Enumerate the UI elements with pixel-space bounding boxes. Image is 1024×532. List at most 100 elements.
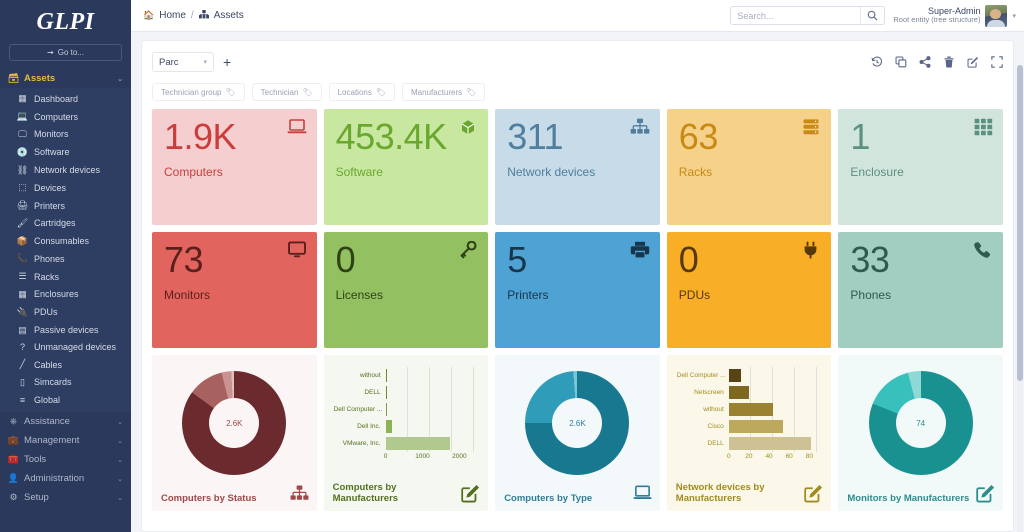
kpi-card-enclosure[interactable]: 1Enclosure — [838, 109, 1003, 225]
axis-tick-label: 40 — [765, 453, 772, 460]
sidebar-item-label: Global — [34, 395, 60, 405]
laptop-icon[interactable] — [633, 484, 652, 503]
dashboard-selector[interactable]: Parc ▾ — [152, 52, 214, 72]
sidebar-item-pdus[interactable]: 🔌PDUs — [0, 303, 131, 321]
kpi-card-pdus[interactable]: 0PDUs — [667, 232, 832, 348]
filter-chip-manufacturers[interactable]: Manufacturers🏷 — [402, 83, 485, 101]
avatar[interactable] — [985, 5, 1007, 27]
breadcrumb-home[interactable]: Home — [159, 10, 186, 21]
breadcrumb-separator: / — [191, 10, 194, 21]
sidebar-item-cartridges[interactable]: 🖌Cartridges — [0, 214, 131, 232]
edit-icon[interactable] — [461, 484, 480, 503]
widget-monitors-by-manufacturers[interactable]: 74Monitors by Manufacturers — [838, 355, 1003, 511]
bar-label: VMware, Inc. — [334, 440, 386, 447]
sidebar-item-printers[interactable]: 🖨Printers — [0, 197, 131, 215]
kpi-card-computers[interactable]: 1.9KComputers — [152, 109, 317, 225]
edit-icon[interactable] — [804, 484, 823, 503]
assets-icon: 🗃 — [8, 73, 19, 84]
sidebar-item-global[interactable]: ≡Global — [0, 391, 131, 408]
breadcrumb-current[interactable]: Assets — [214, 10, 244, 21]
sidebar-group-administration[interactable]: 👤Administration⌄ — [0, 469, 131, 488]
kpi-card-software[interactable]: 453.4KSoftware — [324, 109, 489, 225]
sidebar-item-label: Racks — [34, 272, 59, 282]
sidebar-item-consumables[interactable]: 📦Consumables — [0, 232, 131, 250]
widget-network-devices-by-manufacturers[interactable]: Dell Computer ...NetscreenwithoutCiscoDE… — [667, 355, 832, 511]
clone-icon[interactable] — [895, 56, 907, 68]
sitemap-icon[interactable] — [290, 484, 309, 503]
sidebar-item-monitors[interactable]: 🖵Monitors — [0, 126, 131, 144]
filter-chip-label: Locations — [338, 88, 372, 97]
widget-computers-by-manufacturers[interactable]: withoutDELLDell Computer ...Dell Inc.VMw… — [324, 355, 489, 511]
dashboard-selector-value: Parc — [159, 57, 179, 68]
bar-fill — [386, 403, 387, 416]
sidebar-item-software[interactable]: 💿Software — [0, 143, 131, 161]
bar-track — [729, 435, 818, 452]
tag-icon: 🏷 — [466, 88, 476, 97]
filter-chip-technician-group[interactable]: Technician group🏷 — [152, 83, 245, 101]
kpi-value: 63 — [679, 119, 820, 155]
kpi-card-printers[interactable]: 5Printers — [495, 232, 660, 348]
bar-chart: withoutDELLDell Computer ...Dell Inc.VMw… — [332, 363, 481, 485]
sidebar-group-setup[interactable]: ⚙Setup⌄ — [0, 488, 131, 507]
kpi-card-racks[interactable]: 63Racks — [667, 109, 832, 225]
home-icon: 🏠 — [143, 10, 154, 21]
bar-track — [729, 418, 818, 435]
bar-fill — [386, 437, 451, 450]
add-dashboard-button[interactable]: + — [223, 55, 231, 69]
sidebar-item-unmanaged-devices[interactable]: ?Unmanaged devices — [0, 339, 131, 356]
edit-icon[interactable] — [976, 484, 995, 503]
dashboard-grid-icon: ▦ — [17, 93, 28, 104]
filter-chip-technician[interactable]: Technician🏷 — [252, 83, 322, 101]
chevron-down-icon: ▾ — [203, 58, 207, 66]
widget-computers-by-status[interactable]: 2.6KComputers by Status — [152, 355, 317, 511]
sidebar-item-dashboard[interactable]: ▦Dashboard — [0, 90, 131, 108]
app-logo[interactable]: GLPI — [0, 0, 131, 38]
kpi-card-monitors[interactable]: 73Monitors — [152, 232, 317, 348]
bar-row: Dell Inc. — [334, 418, 475, 435]
sidebar-nav: 🗃Assets⌄ ▦Dashboard💻Computers🖵Monitors💿So… — [0, 69, 131, 507]
sidebar-item-enclosures[interactable]: ▦Enclosures — [0, 286, 131, 304]
sidebar-group-tools[interactable]: 🧰Tools⌄ — [0, 450, 131, 469]
sidebar-group-assistance[interactable]: ⎈Assistance⌄ — [0, 412, 131, 431]
sidebar-group-management[interactable]: 💼Management⌄ — [0, 431, 131, 450]
filter-chip-locations[interactable]: Locations🏷 — [329, 83, 395, 101]
search-box[interactable] — [730, 6, 885, 25]
vertical-scrollbar-thumb[interactable] — [1017, 65, 1023, 381]
widget-computers-by-type[interactable]: 2.6KComputers by Type — [495, 355, 660, 511]
sidebar-item-label: Cartridges — [34, 218, 76, 228]
sidebar-group-label: Setup — [24, 492, 49, 503]
widget-title: Monitors by Manufacturers — [847, 494, 973, 505]
sidebar-item-phones[interactable]: 📞Phones — [0, 250, 131, 268]
sidebar-item-network-devices[interactable]: ⛓Network devices — [0, 161, 131, 179]
sidebar-item-racks[interactable]: ☰ Racks — [0, 268, 131, 286]
search-button[interactable] — [860, 7, 884, 24]
sidebar-group-assets[interactable]: 🗃Assets⌄ — [0, 69, 131, 88]
history-icon[interactable] — [871, 56, 883, 68]
fullscreen-icon[interactable] — [991, 56, 1003, 68]
bar-row: Netscreen — [677, 384, 818, 401]
bar-fill — [729, 437, 812, 450]
search-input[interactable] — [731, 11, 860, 21]
laptop-icon: 💻 — [17, 111, 28, 122]
sidebar-item-cables[interactable]: ╱Cables — [0, 356, 131, 374]
edit-icon[interactable] — [967, 56, 979, 68]
rack-icon: ☰ — [17, 271, 28, 282]
sidebar-item-passive-devices[interactable]: ▤Passive devices — [0, 321, 131, 339]
axis-tick-label: 1000 — [415, 453, 429, 460]
kpi-card-licenses[interactable]: 0Licenses — [324, 232, 489, 348]
goto-button[interactable]: ➞ Go to... — [9, 44, 122, 61]
user-menu[interactable]: Super-Admin Root entity (tree structure)… — [893, 5, 1016, 27]
bar-fill — [729, 403, 773, 416]
kpi-card-network-devices[interactable]: 311Network devices — [495, 109, 660, 225]
sidebar-item-simcards[interactable]: ▯Simcards — [0, 374, 131, 392]
lifebuoy-icon: ⎈ — [8, 416, 19, 427]
sidebar-item-devices[interactable]: ⬚Devices — [0, 179, 131, 197]
kpi-label: Computers — [164, 165, 305, 179]
chevron-down-icon[interactable]: ▾ — [1012, 12, 1016, 20]
share-icon[interactable] — [919, 56, 931, 68]
kpi-card-phones[interactable]: 33Phones — [838, 232, 1003, 348]
sidebar-item-computers[interactable]: 💻Computers — [0, 108, 131, 126]
delete-icon[interactable] — [943, 56, 955, 68]
bar-track — [386, 401, 475, 418]
sidebar-item-label: Devices — [34, 183, 66, 193]
